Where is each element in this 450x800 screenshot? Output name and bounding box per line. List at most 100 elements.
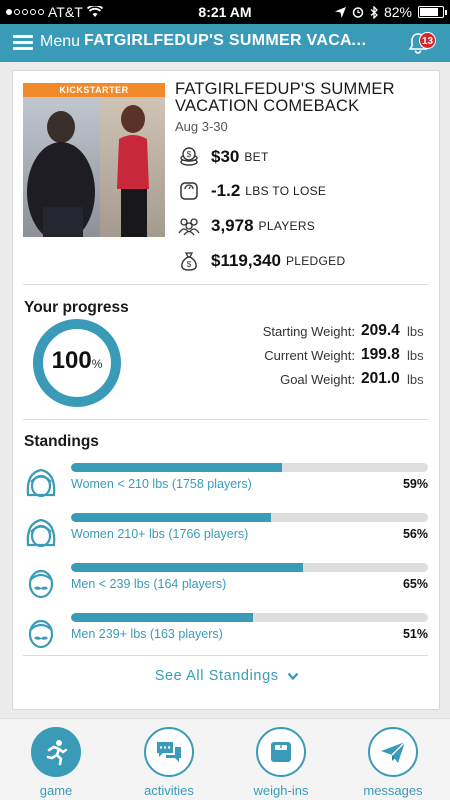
see-all-standings-link[interactable]: See All Standings (13, 668, 441, 684)
stat-value: -1.2 (211, 181, 241, 200)
event-dates: Aug 3-30 (175, 119, 228, 134)
status-right: 82% (334, 4, 447, 20)
nav-circle (256, 727, 306, 777)
nav-label: messages (363, 783, 423, 798)
nav-circle (368, 727, 418, 777)
woman-face-icon (26, 468, 56, 498)
photo-banner: KICKSTARTER (23, 83, 165, 97)
stat-unit: PLAYERS (258, 219, 316, 233)
starting-weight-row: Starting Weight: 209.4 lbs (213, 322, 425, 342)
nav-circle (31, 727, 81, 777)
progress-percent: 100% (31, 347, 123, 375)
hamburger-menu-icon[interactable] (13, 35, 33, 51)
game-photo[interactable]: KICKSTARTER (23, 83, 165, 237)
coins-icon: $ (177, 145, 201, 169)
stat-value: 3,978 (211, 216, 254, 235)
standing-percent: 59% (402, 477, 428, 491)
nav-label: weigh-ins (253, 783, 309, 798)
svg-text:$: $ (187, 150, 192, 159)
runner-icon (46, 740, 68, 766)
event-title: FATGIRLFEDUP'S SUMMER VACATION COMEBACK (175, 80, 395, 115)
see-all-label: See All Standings (154, 668, 279, 684)
alarm-icon (352, 7, 364, 18)
money-bag-icon: $ (177, 249, 201, 273)
weight-value: 201.0 (361, 370, 400, 387)
stat-bet: $ $30 BET (177, 145, 269, 169)
weight-value: 209.4 (361, 322, 400, 339)
standing-bar-fill (71, 613, 254, 622)
status-bar: AT&T 8:21 AM 82% (0, 0, 450, 24)
standings-title: Standings (24, 433, 99, 450)
stat-unit: LBS TO LOSE (245, 184, 327, 198)
notification-badge[interactable]: 13 (419, 32, 436, 49)
standing-label: Women 210+ lbs (1766 players) (71, 527, 249, 541)
chevron-down-icon (287, 672, 299, 680)
current-weight-row: Current Weight: 199.8 lbs (213, 346, 425, 366)
players-icon (177, 214, 201, 238)
standing-bar-fill (71, 513, 271, 522)
standing-label: Women < 210 lbs (1758 players) (71, 477, 252, 491)
battery-icon (418, 6, 447, 18)
stat-value: $30 (211, 147, 240, 166)
nav-weigh-ins[interactable]: weigh-ins (241, 727, 321, 799)
standing-label: Men 239+ lbs (163 players) (71, 627, 223, 641)
progress-percent-value: 100 (51, 347, 92, 374)
weight-label: Starting Weight: (262, 324, 355, 339)
stat-unit: BET (244, 150, 269, 164)
nav-messages[interactable]: messages (353, 727, 433, 799)
scale-icon (271, 742, 291, 762)
game-card: KICKSTARTER FATGIRLFEDUP'S SUMMER VACATI… (12, 70, 440, 710)
weight-unit: lbs (407, 372, 424, 387)
stat-value: $119,340 (211, 251, 281, 270)
woman-face-icon (26, 518, 56, 548)
divider (23, 655, 428, 656)
bottom-nav: game activities weigh-ins messages (0, 718, 450, 800)
menu-button[interactable]: Menu (40, 33, 80, 51)
stat-pledged: $ $119,340 PLEDGED (177, 249, 345, 273)
progress-title: Your progress (24, 299, 129, 316)
paper-plane-icon (381, 741, 406, 763)
man-face-icon (28, 619, 54, 649)
nav-activities[interactable]: activities (129, 727, 209, 799)
standing-percent: 65% (402, 577, 428, 591)
divider (23, 419, 428, 420)
progress-percent-symbol: % (91, 357, 103, 371)
nav-label: activities (144, 783, 194, 798)
photo-figures (27, 105, 149, 237)
weight-label: Goal Weight: (280, 372, 355, 387)
nav-game[interactable]: game (16, 727, 96, 799)
nav-label: game (39, 783, 73, 798)
chat-bubbles-icon (157, 742, 181, 762)
battery-percent: 82% (383, 4, 412, 20)
standing-row[interactable]: Men 239+ lbs (163 players) 51% (23, 613, 428, 653)
stat-lbs-to-lose: -1.2 LBS TO LOSE (177, 179, 326, 203)
page-title: FATGIRLFEDUP'S SUMMER VACATION COMEBACK (84, 32, 374, 49)
standing-percent: 51% (402, 627, 428, 641)
goal-weight-row: Goal Weight: 201.0 lbs (213, 370, 425, 390)
standing-label: Men < 239 lbs (164 players) (71, 577, 227, 591)
weight-unit: lbs (407, 348, 424, 363)
weight-unit: lbs (407, 324, 424, 339)
weight-value: 199.8 (361, 346, 400, 363)
standing-percent: 56% (402, 527, 428, 541)
standing-row[interactable]: Men < 239 lbs (164 players) 65% (23, 563, 428, 603)
stat-players: 3,978 PLAYERS (177, 214, 315, 238)
scale-icon (177, 179, 201, 203)
app-header: Menu FATGIRLFEDUP'S SUMMER VACATION COME… (0, 24, 450, 62)
divider (23, 284, 428, 285)
standing-bar-fill (71, 463, 282, 472)
standing-row[interactable]: Women < 210 lbs (1758 players) 59% (23, 463, 428, 503)
standing-bar (71, 513, 428, 522)
standing-bar-fill (71, 563, 304, 572)
location-icon (334, 6, 346, 18)
bluetooth-icon (370, 5, 378, 19)
standing-bar (71, 563, 428, 572)
standing-bar (71, 463, 428, 472)
svg-text:$: $ (187, 260, 192, 269)
weight-label: Current Weight: (264, 348, 355, 363)
stat-unit: PLEDGED (285, 254, 346, 268)
standing-bar (71, 613, 428, 622)
standing-row[interactable]: Women 210+ lbs (1766 players) 56% (23, 513, 428, 553)
nav-circle (144, 727, 194, 777)
man-face-icon (28, 569, 54, 599)
